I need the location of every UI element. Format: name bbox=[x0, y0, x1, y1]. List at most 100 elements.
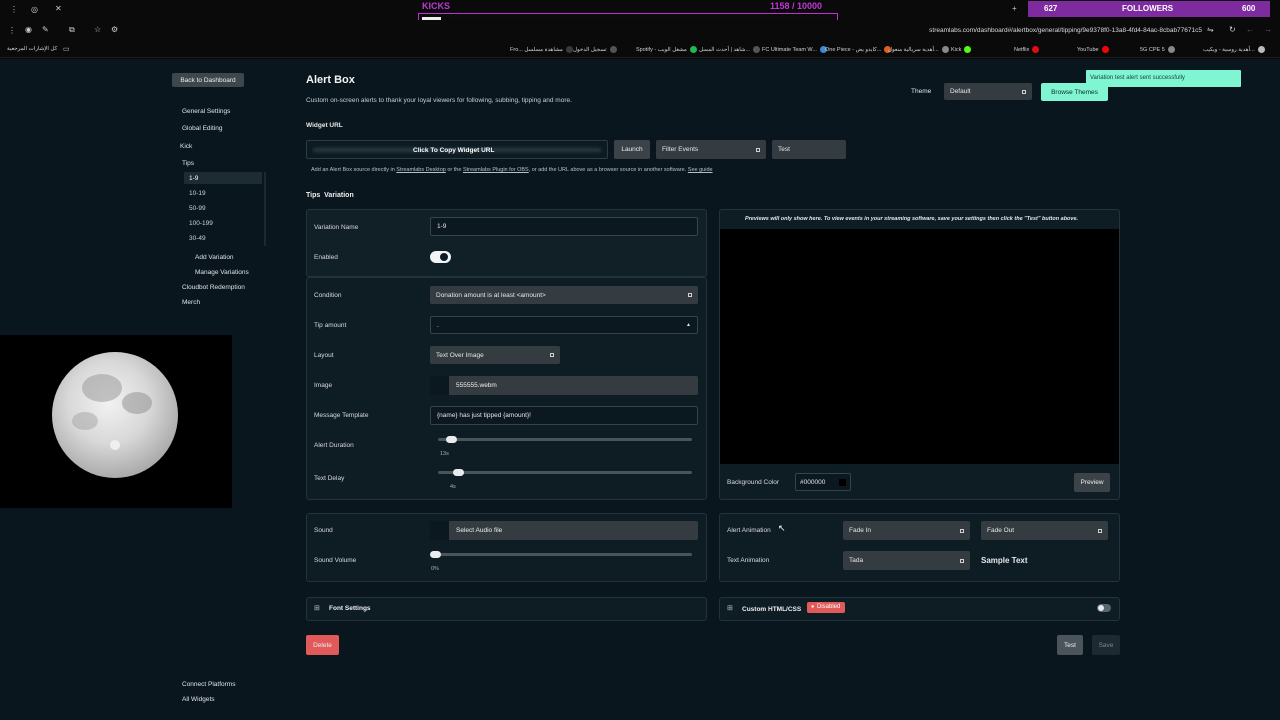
menu-icon[interactable]: ⋮ bbox=[10, 5, 18, 14]
text-animation-value: Tada bbox=[849, 557, 864, 564]
variation-item-30-49[interactable]: 30-49 bbox=[189, 235, 206, 242]
bookmark-item[interactable]: تسجيل الدخول bbox=[573, 46, 617, 53]
variation-item-100-199[interactable]: 100-199 bbox=[189, 220, 213, 227]
variation-item-50-99[interactable]: 50-99 bbox=[189, 205, 206, 212]
widget-hint: Add an Alert Box source directly in Stre… bbox=[311, 167, 713, 173]
sidebar-item-all-widgets[interactable]: All Widgets bbox=[182, 696, 215, 703]
bookmark-item[interactable]: 5G CPE 5 bbox=[1140, 46, 1175, 53]
obs-plugin-link[interactable]: Streamlabs Plugin for OBS bbox=[463, 167, 529, 173]
page-title: Alert Box bbox=[306, 74, 355, 86]
streamlabs-desktop-link[interactable]: Streamlabs Desktop bbox=[396, 167, 446, 173]
see-guide-link[interactable]: See guide bbox=[688, 167, 713, 173]
test-select[interactable]: Test bbox=[772, 140, 846, 159]
custom-html-toggle[interactable] bbox=[1097, 604, 1111, 612]
kicks-goal: / 10000 bbox=[792, 1, 823, 11]
variation-name-input[interactable]: 1-9 bbox=[430, 217, 698, 236]
all-bookmarks[interactable]: كل الإشارات المرجعية bbox=[7, 46, 57, 52]
sound-volume-slider[interactable] bbox=[432, 553, 692, 556]
background-color-input[interactable]: #000000 bbox=[795, 473, 851, 491]
layout-value: Text Over Image bbox=[436, 351, 484, 359]
text-animation-select[interactable]: Tada bbox=[843, 551, 970, 570]
condition-select[interactable]: Donation amount is at least <amount> bbox=[430, 286, 698, 304]
variation-list: 1-9 10-19 50-99 100-199 30-49 bbox=[184, 172, 266, 246]
animation-out-select[interactable]: Fade Out bbox=[981, 521, 1108, 540]
profile-icon[interactable]: ◉ bbox=[25, 25, 32, 34]
custom-html-label[interactable]: Custom HTML/CSS bbox=[742, 606, 801, 613]
sidebar-item-kick[interactable]: Kick bbox=[180, 143, 192, 150]
bookmark-label: One Piece - كايدو يض... bbox=[825, 46, 882, 53]
tip-amount-input[interactable]: . ▲ bbox=[430, 316, 698, 334]
bookmark-item[interactable]: أهدية روسية - ويكيب... bbox=[1203, 46, 1265, 53]
stepper-up-icon[interactable]: ▲ bbox=[686, 322, 691, 328]
copy-widget-url[interactable]: Click To Copy Widget URL bbox=[413, 147, 494, 154]
badge-dot-icon: ● bbox=[811, 604, 815, 610]
bookmark-item[interactable]: Netflix bbox=[1014, 46, 1040, 53]
delete-button[interactable]: Delete bbox=[306, 635, 339, 655]
save-button[interactable]: Save bbox=[1092, 635, 1120, 655]
close-icon[interactable]: ✕ bbox=[55, 4, 62, 13]
extension-icon[interactable]: ✎ bbox=[42, 25, 49, 34]
bookmark-item[interactable]: شاهد | أحدث المسل... bbox=[699, 46, 761, 53]
expand-icon[interactable]: ⊞ bbox=[314, 604, 320, 612]
bookmark-item[interactable]: أهدية سريالية منعول... bbox=[888, 46, 949, 53]
font-settings-label[interactable]: Font Settings bbox=[329, 605, 371, 612]
mouse-cursor-icon: ↖ bbox=[778, 523, 786, 533]
bookmark-favicon-icon bbox=[964, 46, 972, 53]
widget-url-field[interactable]: Click To Copy Widget URL bbox=[306, 140, 608, 159]
bookmark-item[interactable]: One Piece - كايدو يض... bbox=[825, 46, 892, 53]
bookmark-item[interactable]: YouTube bbox=[1077, 46, 1109, 53]
share-icon[interactable]: ⧉ bbox=[69, 25, 75, 35]
manage-variations-link[interactable]: Manage Variations bbox=[195, 269, 249, 276]
image-picker[interactable]: 555555.webm bbox=[430, 376, 698, 395]
back-icon[interactable]: → bbox=[1264, 25, 1272, 34]
variation-name-value: 1-9 bbox=[437, 223, 447, 230]
sidebar-item-merch[interactable]: Merch bbox=[182, 299, 200, 306]
bookmark-item[interactable]: FC Ultimate Team W... bbox=[762, 46, 827, 53]
bookmark-item[interactable]: Spotify - مشغل الويب bbox=[636, 46, 697, 53]
text-animation-label: Text Animation bbox=[727, 557, 770, 564]
folder-icon: ▭ bbox=[63, 46, 70, 53]
toast-notification: Variation test alert sent successfully bbox=[1086, 70, 1241, 87]
test-button[interactable]: Test bbox=[1057, 635, 1083, 655]
new-tab-icon[interactable]: + bbox=[1012, 4, 1017, 13]
sound-file-value: Select Audio file bbox=[456, 527, 503, 534]
disabled-badge: ● Disabled bbox=[807, 602, 845, 613]
message-template-input[interactable]: {name} has just tipped {amount}! bbox=[430, 406, 698, 425]
alert-duration-handle[interactable] bbox=[445, 436, 457, 443]
expand-icon[interactable]: ⊞ bbox=[727, 604, 733, 612]
back-to-dashboard-button[interactable]: Back to Dashboard bbox=[172, 73, 244, 87]
forward-icon[interactable]: ← bbox=[1246, 25, 1254, 34]
site-info-icon[interactable]: ⚙ bbox=[111, 25, 118, 34]
theme-select[interactable]: Default bbox=[944, 83, 1032, 100]
address-bar[interactable]: streamlabs.com/dashboard#/alertbox/gener… bbox=[840, 27, 1202, 34]
animation-in-select[interactable]: Fade In bbox=[843, 521, 970, 540]
test-label: Test bbox=[778, 146, 790, 153]
bookmark-star-icon[interactable]: ☆ bbox=[94, 25, 101, 34]
tab-icon[interactable]: ◎ bbox=[31, 5, 38, 14]
reload-icon[interactable]: ↻ bbox=[1229, 25, 1236, 34]
layout-select[interactable]: Text Over Image bbox=[430, 346, 560, 364]
variation-item-10-19[interactable]: 10-19 bbox=[189, 190, 206, 197]
text-delay-handle[interactable] bbox=[453, 469, 465, 476]
alert-duration-slider[interactable] bbox=[438, 438, 692, 441]
sound-volume-handle[interactable] bbox=[430, 551, 441, 558]
add-variation-link[interactable]: Add Variation bbox=[195, 254, 234, 261]
filter-events-select[interactable]: Filter Events bbox=[656, 140, 766, 159]
text-delay-slider[interactable] bbox=[438, 471, 692, 474]
sidebar-item-general-settings[interactable]: General Settings bbox=[182, 108, 230, 115]
sidebar-item-tips[interactable]: Tips bbox=[182, 160, 194, 167]
sound-picker[interactable]: Select Audio file bbox=[430, 521, 698, 540]
color-swatch[interactable] bbox=[839, 479, 846, 486]
more-icon[interactable]: ⋮ bbox=[8, 26, 16, 35]
sidebar-item-global-editing[interactable]: Global Editing bbox=[182, 125, 222, 132]
variation-item-1-9[interactable]: 1-9 bbox=[189, 175, 198, 182]
bookmark-favicon-icon bbox=[609, 46, 617, 53]
sidebar-item-cloudbot[interactable]: Cloudbot Redemption bbox=[182, 284, 245, 291]
enabled-toggle[interactable] bbox=[430, 251, 451, 263]
launch-button[interactable]: Launch bbox=[614, 140, 650, 159]
bookmark-item[interactable]: Kick bbox=[951, 46, 972, 53]
sidebar-item-connect-platforms[interactable]: Connect Platforms bbox=[182, 681, 235, 688]
tune-icon[interactable]: ⇋ bbox=[1207, 25, 1214, 34]
bookmark-item[interactable]: Fro... مشاهدة مسلسل bbox=[510, 46, 573, 53]
preview-button[interactable]: Preview bbox=[1074, 473, 1110, 492]
